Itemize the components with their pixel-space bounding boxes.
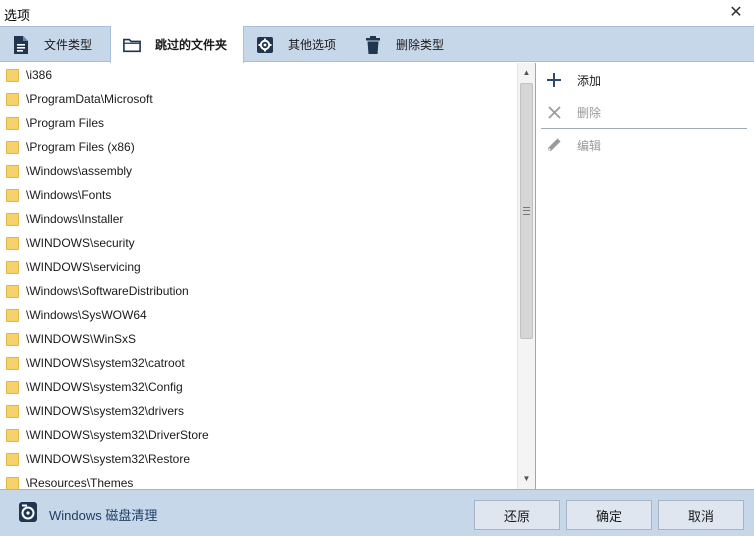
- folder-path: \WINDOWS\servicing: [26, 260, 141, 274]
- list-item[interactable]: \Windows\Installer: [0, 207, 518, 231]
- window-title: 选项: [4, 8, 31, 23]
- list-item[interactable]: \WINDOWS\security: [0, 231, 518, 255]
- delete-button[interactable]: 删除: [545, 100, 601, 124]
- list-item[interactable]: \WINDOWS\servicing: [0, 255, 518, 279]
- folder-path: \Program Files (x86): [26, 140, 135, 154]
- folder-icon: [6, 164, 19, 178]
- list-item[interactable]: \Windows\assembly: [0, 159, 518, 183]
- add-label: 添加: [577, 73, 602, 88]
- folder-path: \ProgramData\Microsoft: [26, 92, 153, 106]
- scrollbar-thumb[interactable]: [520, 83, 533, 339]
- scroll-up-icon[interactable]: ▲: [518, 65, 535, 81]
- close-icon[interactable]: ✕: [726, 3, 746, 23]
- disk-cleanup-logo-icon: [18, 501, 38, 523]
- restore-button[interactable]: 还原: [474, 500, 560, 530]
- plus-icon: [545, 71, 563, 89]
- trash-icon: [364, 35, 382, 55]
- tab-label: 删除类型: [396, 38, 445, 52]
- x-icon: [545, 103, 563, 121]
- skipped-folders-list-pane: \i386 \ProgramData\Microsoft \Program File…: [0, 63, 536, 489]
- list-item[interactable]: \i386: [0, 63, 518, 87]
- tab-skipped-folders[interactable]: 跳过的文件夹: [110, 26, 244, 63]
- folder-icon: [6, 332, 19, 346]
- folder-path: \Resources\Themes: [26, 476, 134, 489]
- edit-label: 编辑: [577, 138, 602, 153]
- list-item[interactable]: \ProgramData\Microsoft: [0, 87, 518, 111]
- folder-icon: [6, 356, 19, 370]
- list-item[interactable]: \Windows\SoftwareDistribution: [0, 279, 518, 303]
- grip-icon: [523, 207, 530, 215]
- folder-path: \WINDOWS\system32\Config: [26, 380, 183, 394]
- list-item[interactable]: \WINDOWS\system32\catroot: [0, 351, 518, 375]
- folder-icon: [6, 260, 19, 274]
- title-bar: 选项 ✕: [0, 0, 754, 26]
- folder-icon: [6, 284, 19, 298]
- folder-path: \Windows\assembly: [26, 164, 133, 178]
- scroll-down-icon[interactable]: ▼: [518, 471, 535, 487]
- folder-path: \Windows\Fonts: [26, 188, 112, 202]
- folder-icon: [6, 92, 19, 106]
- tab-other-options[interactable]: 其他选项: [244, 27, 352, 62]
- ok-button[interactable]: 确定: [566, 500, 652, 530]
- actions-pane: 添加 删除 编辑: [537, 63, 754, 489]
- app-name: Windows 磁盘清理: [49, 508, 158, 523]
- list-item[interactable]: \WINDOWS\system32\Restore: [0, 447, 518, 471]
- tab-label: 其他选项: [288, 38, 337, 52]
- folder-icon: [6, 380, 19, 394]
- cancel-button[interactable]: 取消: [658, 500, 744, 530]
- folder-icon: [6, 404, 19, 418]
- folder-icon: [6, 236, 19, 250]
- folder-icon: [6, 452, 19, 466]
- folder-icon: [6, 188, 19, 202]
- list-item[interactable]: \WINDOWS\system32\drivers: [0, 399, 518, 423]
- folder-path: \WINDOWS\system32\catroot: [26, 356, 185, 370]
- folder-outline-icon: [123, 35, 141, 55]
- folder-path: \Windows\SysWOW64: [26, 308, 147, 322]
- folder-list[interactable]: \i386 \ProgramData\Microsoft \Program File…: [0, 63, 518, 489]
- list-item[interactable]: \Windows\SysWOW64: [0, 303, 518, 327]
- folder-path: \WINDOWS\system32\Restore: [26, 452, 191, 466]
- tab-label: 跳过的文件夹: [155, 38, 228, 52]
- list-item[interactable]: \WINDOWS\system32\DriverStore: [0, 423, 518, 447]
- delete-label: 删除: [577, 105, 602, 120]
- folder-path: \Windows\Installer: [26, 212, 124, 226]
- folder-icon: [6, 476, 19, 489]
- folder-path: \WINDOWS\system32\drivers: [26, 404, 185, 418]
- list-item[interactable]: \Resources\Themes: [0, 471, 518, 489]
- folder-path: \WINDOWS\security: [26, 236, 135, 250]
- folder-path: \WINDOWS\system32\DriverStore: [26, 428, 209, 442]
- list-item[interactable]: \Program Files (x86): [0, 135, 518, 159]
- folder-icon: [6, 308, 19, 322]
- footer-bar: Windows 磁盘清理 还原 确定 取消: [0, 489, 754, 536]
- vertical-scrollbar[interactable]: ▲ ▼: [517, 63, 535, 489]
- list-item[interactable]: \Windows\Fonts: [0, 183, 518, 207]
- pencil-icon: [545, 136, 563, 154]
- folder-icon: [6, 68, 19, 82]
- folder-path: \i386: [26, 68, 53, 82]
- edit-button[interactable]: 编辑: [545, 133, 601, 157]
- list-item[interactable]: \WINDOWS\WinSxS: [0, 327, 518, 351]
- list-item[interactable]: \Program Files: [0, 111, 518, 135]
- document-icon: [12, 35, 30, 55]
- folder-icon: [6, 428, 19, 442]
- divider: [541, 128, 747, 129]
- tab-label: 文件类型: [44, 38, 93, 52]
- folder-icon: [6, 116, 19, 130]
- folder-icon: [6, 140, 19, 154]
- add-button[interactable]: 添加: [545, 68, 601, 92]
- folder-path: \Program Files: [26, 116, 105, 130]
- folder-path: \Windows\SoftwareDistribution: [26, 284, 189, 298]
- tab-file-types[interactable]: 文件类型: [0, 27, 110, 62]
- gear-icon: [256, 35, 274, 55]
- tab-bar: 文件类型 跳过的文件夹 其他选项 删除类型: [0, 26, 754, 63]
- folder-icon: [6, 212, 19, 226]
- folder-path: \WINDOWS\WinSxS: [26, 332, 136, 346]
- list-item[interactable]: \WINDOWS\system32\Config: [0, 375, 518, 399]
- tab-delete-types[interactable]: 删除类型: [352, 27, 462, 62]
